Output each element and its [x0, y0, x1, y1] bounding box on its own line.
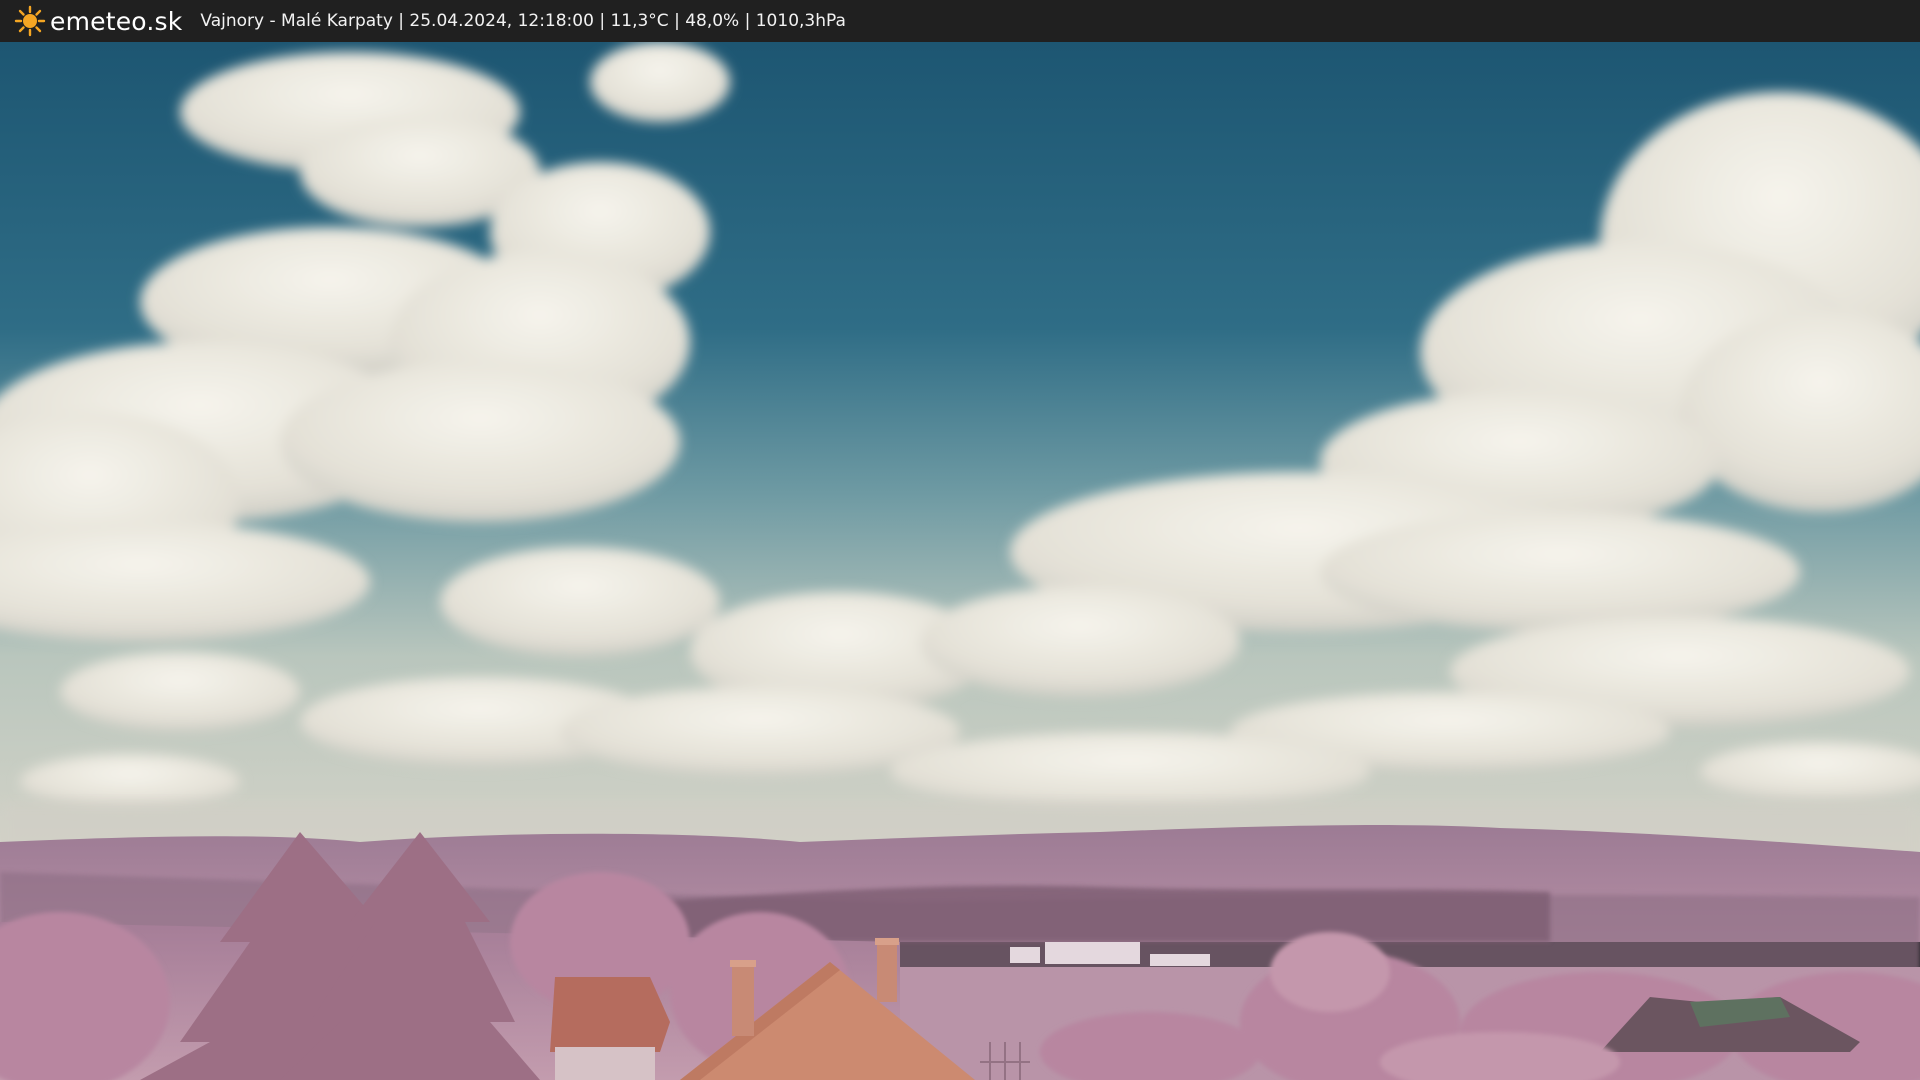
- house-left: [550, 977, 670, 1080]
- logo-text: emeteo.sk: [50, 6, 183, 36]
- webcam-image: [0, 42, 1920, 1080]
- emeteo-logo[interactable]: emeteo.sk: [14, 5, 182, 37]
- sun-icon: [14, 5, 46, 37]
- station-info-text: Vajnory - Malé Karpaty | 25.04.2024, 12:…: [200, 11, 846, 31]
- top-bar: emeteo.sk Vajnory - Malé Karpaty | 25.04…: [0, 0, 1920, 42]
